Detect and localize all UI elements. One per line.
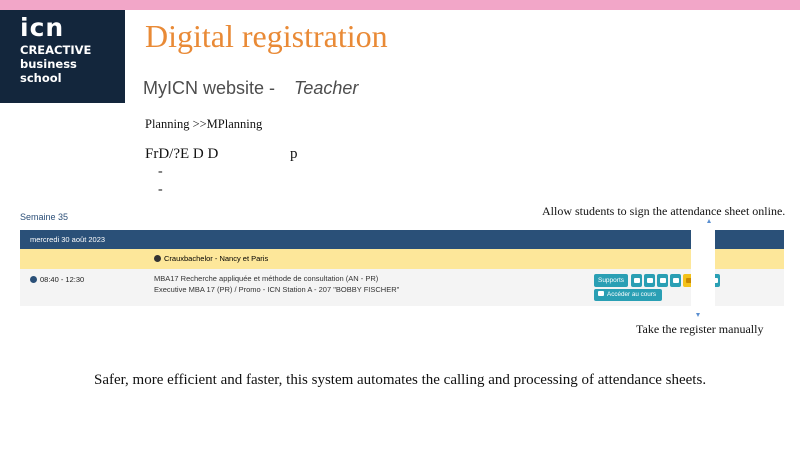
garbled-p: p	[290, 146, 298, 162]
slide-title: Digital registration	[145, 18, 388, 54]
arrow-up-icon	[707, 219, 711, 223]
edit-button[interactable]	[670, 274, 681, 287]
location-label: Crauxbachelor - Nancy et Paris	[164, 254, 269, 263]
course-row[interactable]: 08:40 - 12:30 MBA17 Recherche appliquée …	[20, 269, 784, 306]
week-label: Semaine 35	[20, 212, 69, 222]
annotation-online-signing: Allow students to sign the attendance sh…	[542, 204, 786, 218]
date-label: mercredi 30 août 2023	[30, 235, 106, 244]
top-pink-bar	[0, 0, 800, 10]
document-icon	[659, 278, 666, 283]
location-pin-icon	[154, 255, 161, 262]
location-bar: Crauxbachelor - Nancy et Paris	[20, 249, 784, 269]
arrow-down-icon	[696, 313, 700, 317]
summary-text: Safer, more efficient and faster, this s…	[94, 372, 707, 388]
logo-school-text: school	[20, 71, 62, 85]
course-title: MBA17 Recherche appliquée et méthode de …	[154, 274, 379, 283]
logo-creactive-text: CREACTIVE	[20, 43, 92, 57]
planning-path: Planning >>MPlanning	[145, 117, 263, 131]
annotation-manual-register: Take the register manually	[636, 322, 764, 336]
pencil-icon	[672, 278, 679, 283]
message-icon	[633, 278, 640, 283]
logo-icn-text: icn	[20, 13, 65, 42]
clock-icon	[30, 276, 37, 283]
access-course-button[interactable]: Accéder au cours	[594, 289, 662, 301]
garbled-line: FrD/?E D D	[145, 146, 219, 162]
icn-logo: icn CREACTIVE business school	[0, 10, 125, 103]
video-icon	[598, 291, 604, 296]
callout-strip	[691, 227, 715, 307]
group-button[interactable]	[644, 274, 655, 287]
bullet-dash-2: -	[158, 182, 163, 197]
subtitle-teacher: Teacher	[294, 78, 359, 98]
time-range: 08:40 - 12:30	[40, 275, 85, 284]
date-header: mercredi 30 août 2023	[20, 230, 784, 249]
bullet-dash-1: -	[158, 164, 163, 179]
document-button[interactable]	[657, 274, 668, 287]
group-icon	[646, 278, 653, 283]
supports-button[interactable]: Supports	[594, 274, 628, 287]
planning-panel: mercredi 30 août 2023 Crauxbachelor - Na…	[20, 230, 784, 306]
logo-business-text: business	[20, 57, 77, 71]
message-button[interactable]	[631, 274, 642, 287]
course-meta: Executive MBA 17 (PR) / Promo - ICN Stat…	[154, 285, 400, 294]
subtitle-website: MyICN website -	[143, 78, 276, 98]
